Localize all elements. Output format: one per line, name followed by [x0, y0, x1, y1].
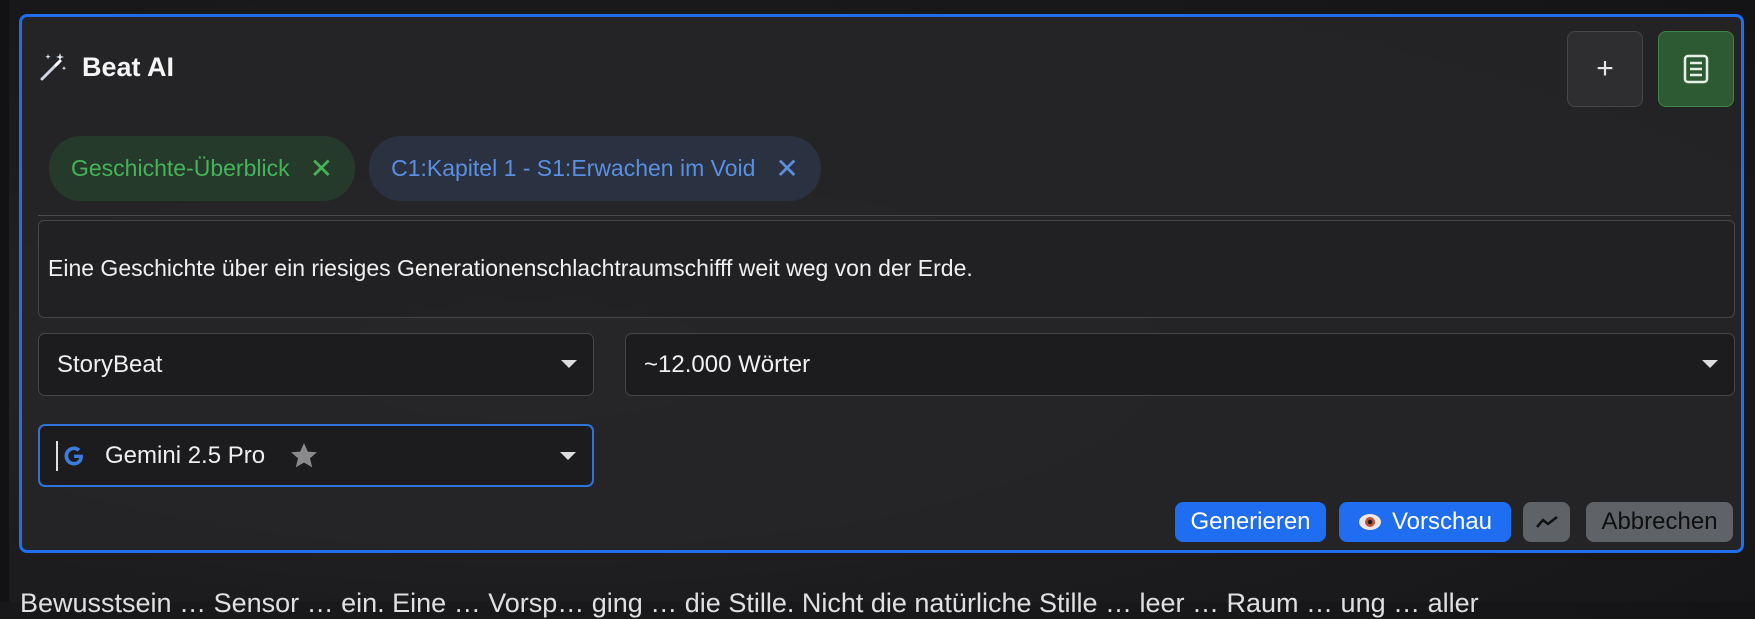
story-text-preview: Bewusstsein … Sensor … ein. Eine … Vorsp… — [20, 588, 1479, 618]
close-icon[interactable]: ✕ — [775, 154, 798, 183]
eye-icon — [1358, 514, 1381, 530]
divider — [38, 215, 1731, 216]
panel-title: Beat AI — [82, 51, 175, 82]
chevron-down-icon — [1702, 360, 1718, 368]
notebook-button[interactable] — [1658, 31, 1734, 107]
google-icon — [64, 446, 83, 465]
chevron-down-icon — [560, 452, 576, 460]
generate-button[interactable]: Generieren — [1175, 502, 1326, 542]
preview-button[interactable]: Vorschau — [1339, 502, 1511, 542]
model-select[interactable]: Gemini 2.5 Pro — [38, 424, 594, 487]
line-chart-icon — [1535, 516, 1558, 528]
word-count-select[interactable]: ~12.000 Wörter — [625, 333, 1735, 396]
prompt-textarea[interactable]: Eine Geschichte über ein riesiges Genera… — [38, 220, 1735, 318]
panel-header: Beat AI — [36, 51, 174, 83]
chip-label: Geschichte-Überblick — [71, 155, 290, 181]
cancel-button[interactable]: Abbrechen — [1586, 502, 1733, 542]
context-chip-story-overview[interactable]: Geschichte-Überblick ✕ — [49, 136, 356, 201]
context-chip-scene[interactable]: C1:Kapitel 1 - S1:Erwachen im Void ✕ — [369, 136, 821, 201]
chip-label: C1:Kapitel 1 - S1:Erwachen im Void — [391, 155, 756, 181]
beat-type-value: StoryBeat — [57, 350, 163, 378]
beat-type-select[interactable]: StoryBeat — [38, 333, 594, 396]
word-count-value: ~12.000 Wörter — [644, 350, 811, 378]
close-icon[interactable]: ✕ — [310, 154, 333, 183]
text-cursor — [56, 440, 58, 471]
star-icon[interactable] — [289, 441, 319, 471]
beat-ai-panel: Beat AI + Geschichte-Überblick ✕ C1:Kapi… — [19, 14, 1744, 553]
plus-icon: + — [1596, 52, 1614, 85]
notebook-icon — [1683, 54, 1709, 84]
model-value: Gemini 2.5 Pro — [105, 441, 266, 469]
preview-label: Vorschau — [1391, 508, 1493, 535]
context-chips: Geschichte-Überblick ✕ C1:Kapitel 1 - S1… — [49, 136, 821, 201]
add-button[interactable]: + — [1567, 31, 1643, 107]
stats-button[interactable] — [1523, 502, 1570, 542]
magic-wand-icon — [40, 53, 67, 81]
chevron-down-icon — [561, 360, 577, 368]
window-edge — [0, 0, 9, 602]
